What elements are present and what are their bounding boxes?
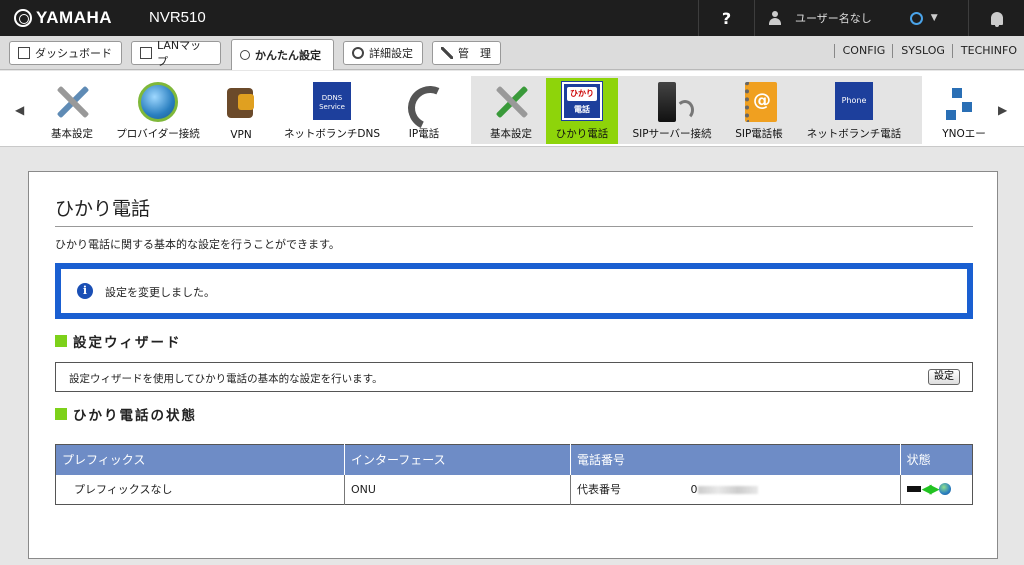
tools-icon (491, 82, 531, 122)
menu-basic-settings[interactable]: 基本設定 (40, 78, 104, 144)
tab-lan-map[interactable]: LANマップ (131, 39, 221, 68)
redacted-number (697, 485, 758, 494)
brand-name: YAMAHA (36, 8, 113, 27)
title-divider (55, 226, 973, 227)
notice-message: 設定を変更しました。 (105, 286, 215, 299)
submenu-sip-server[interactable]: SIPサーバー接続 (624, 78, 720, 144)
router-device-icon (906, 486, 921, 493)
help-button[interactable]: ? (698, 0, 754, 36)
link-config[interactable]: CONFIG (833, 44, 893, 58)
cell-status: ◀▶ (900, 475, 972, 505)
page-description: ひかり電話に関する基本的な設定を行うことができます。 (55, 238, 340, 251)
hikari-denwa-icon: ひかり 電話 (561, 81, 603, 121)
section-heading-wizard: 設定ウィザード (55, 331, 182, 351)
link-syslog[interactable]: SYSLOG (892, 44, 952, 58)
user-menu[interactable]: ユーザー名なし ▼ (754, 0, 968, 36)
tab-label: かんたん設定 (255, 49, 321, 62)
gear-icon (352, 47, 364, 59)
cell-number-label: 代表番号 (577, 483, 621, 497)
phone-number-text: 0 (690, 482, 698, 496)
sip-server-icon (652, 82, 694, 122)
yamaha-logo-icon (14, 9, 32, 27)
netvolante-phone-icon: Phone (835, 82, 873, 120)
menu-ip-phone[interactable]: IP電話 (394, 78, 454, 144)
model-name: NVR510 (149, 9, 206, 26)
table-row: プレフィックスなし ONU 代表番号 0 ◀▶ (55, 474, 973, 505)
wizard-setup-button[interactable]: 設定 (928, 369, 960, 385)
scroll-left-arrow-icon[interactable]: ◀ (15, 103, 24, 117)
cell-prefix: プレフィックスなし (55, 474, 345, 505)
column-header-interface: インターフェース (344, 444, 571, 475)
user-icon (769, 11, 781, 25)
content-panel: ひかり電話 ひかり電話に関する基本的な設定を行うことができます。 i 設定を変更… (28, 171, 998, 559)
bidirectional-arrow-icon: ◀▶ (921, 481, 940, 497)
chevron-down-icon[interactable]: ▼ (931, 13, 938, 23)
page-title: ひかり電話 (55, 198, 151, 220)
link-techinfo[interactable]: TECHINFO (951, 44, 1024, 58)
column-header-phone-number: 電話番号 (570, 444, 901, 475)
status-table: プレフィックス インターフェース 電話番号 状態 プレフィックスなし ONU 代… (55, 444, 973, 505)
vpn-icon (221, 82, 261, 122)
table-header-row: プレフィックス インターフェース 電話番号 状態 (55, 444, 973, 475)
section-heading-status: ひかり電話の状態 (55, 404, 197, 424)
tab-label: LANマップ (156, 39, 202, 68)
section-marker-icon (55, 408, 67, 420)
tab-label: 管 理 (458, 47, 491, 60)
tab-label: 詳細設定 (369, 47, 413, 60)
globe-icon (138, 82, 178, 122)
top-right-controls: ? ユーザー名なし ▼ (698, 0, 1024, 36)
tab-easy-setup[interactable]: かんたん設定 (231, 39, 334, 70)
info-icon: i (77, 283, 93, 299)
column-header-status: 状態 (900, 444, 973, 475)
main-tab-bar: ダッシュボード LANマップ かんたん設定 詳細設定 管 理 CONFIG SY… (0, 36, 1024, 70)
yno-icon (944, 82, 984, 122)
phonebook-icon (739, 82, 779, 122)
notice-box: i 設定を変更しました。 (55, 263, 973, 319)
lanmap-icon (140, 47, 152, 59)
dashboard-icon (18, 47, 30, 59)
submenu-sip-phonebook[interactable]: SIP電話帳 (726, 78, 792, 144)
connection-status: ◀▶ (906, 481, 951, 497)
tab-advanced-settings[interactable]: 詳細設定 (343, 41, 423, 65)
submenu-basic-settings[interactable]: 基本設定 (480, 78, 542, 144)
bell-icon (990, 11, 1003, 27)
wizard-box: 設定ウィザードを使用してひかり電話の基本的な設定を行います。 設定 (55, 362, 973, 392)
wizard-description: 設定ウィザードを使用してひかり電話の基本的な設定を行います。 (69, 373, 383, 385)
yamaha-logo[interactable]: YAMAHA (14, 8, 112, 28)
cell-number-value: 0 (684, 474, 901, 505)
menu-yno-agent[interactable]: YNOエー (938, 78, 990, 144)
notifications-button[interactable] (968, 0, 1024, 36)
user-name: ユーザー名なし (795, 12, 872, 25)
tools-icon (52, 82, 92, 122)
wrench-icon (441, 47, 453, 59)
tab-management[interactable]: 管 理 (432, 41, 501, 65)
menu-vpn[interactable]: VPN (212, 78, 270, 144)
column-header-prefix: プレフィックス (55, 444, 345, 475)
top-bar: YAMAHA NVR510 ? ユーザー名なし ▼ (0, 0, 1024, 36)
menu-netvolante-dns[interactable]: DDNS Service ネットボランチDNS (276, 78, 388, 144)
submenu-netvolante-phone[interactable]: Phone ネットボランチ電話 (798, 78, 910, 144)
cell-interface: ONU (344, 474, 571, 505)
phone-icon (404, 82, 444, 122)
menu-provider-connection[interactable]: プロバイダー接続 (108, 78, 208, 144)
status-ring-icon (909, 11, 923, 25)
key-wrench-icon (240, 50, 250, 60)
tab-dashboard[interactable]: ダッシュボード (9, 41, 122, 65)
top-links: CONFIG SYSLOG TECHINFO (833, 44, 1024, 58)
section-marker-icon (55, 335, 67, 347)
scroll-right-arrow-icon[interactable]: ▶ (998, 103, 1007, 117)
submenu-hikari-denwa[interactable]: ひかり 電話 ひかり電話 (546, 78, 618, 144)
tab-label: ダッシュボード (35, 47, 112, 60)
internet-globe-icon (938, 483, 951, 496)
feature-icon-strip: ◀ 基本設定 プロバイダー接続 VPN DDNS Service ネットボランチ… (0, 71, 1024, 147)
ddns-icon: DDNS Service (313, 82, 351, 120)
